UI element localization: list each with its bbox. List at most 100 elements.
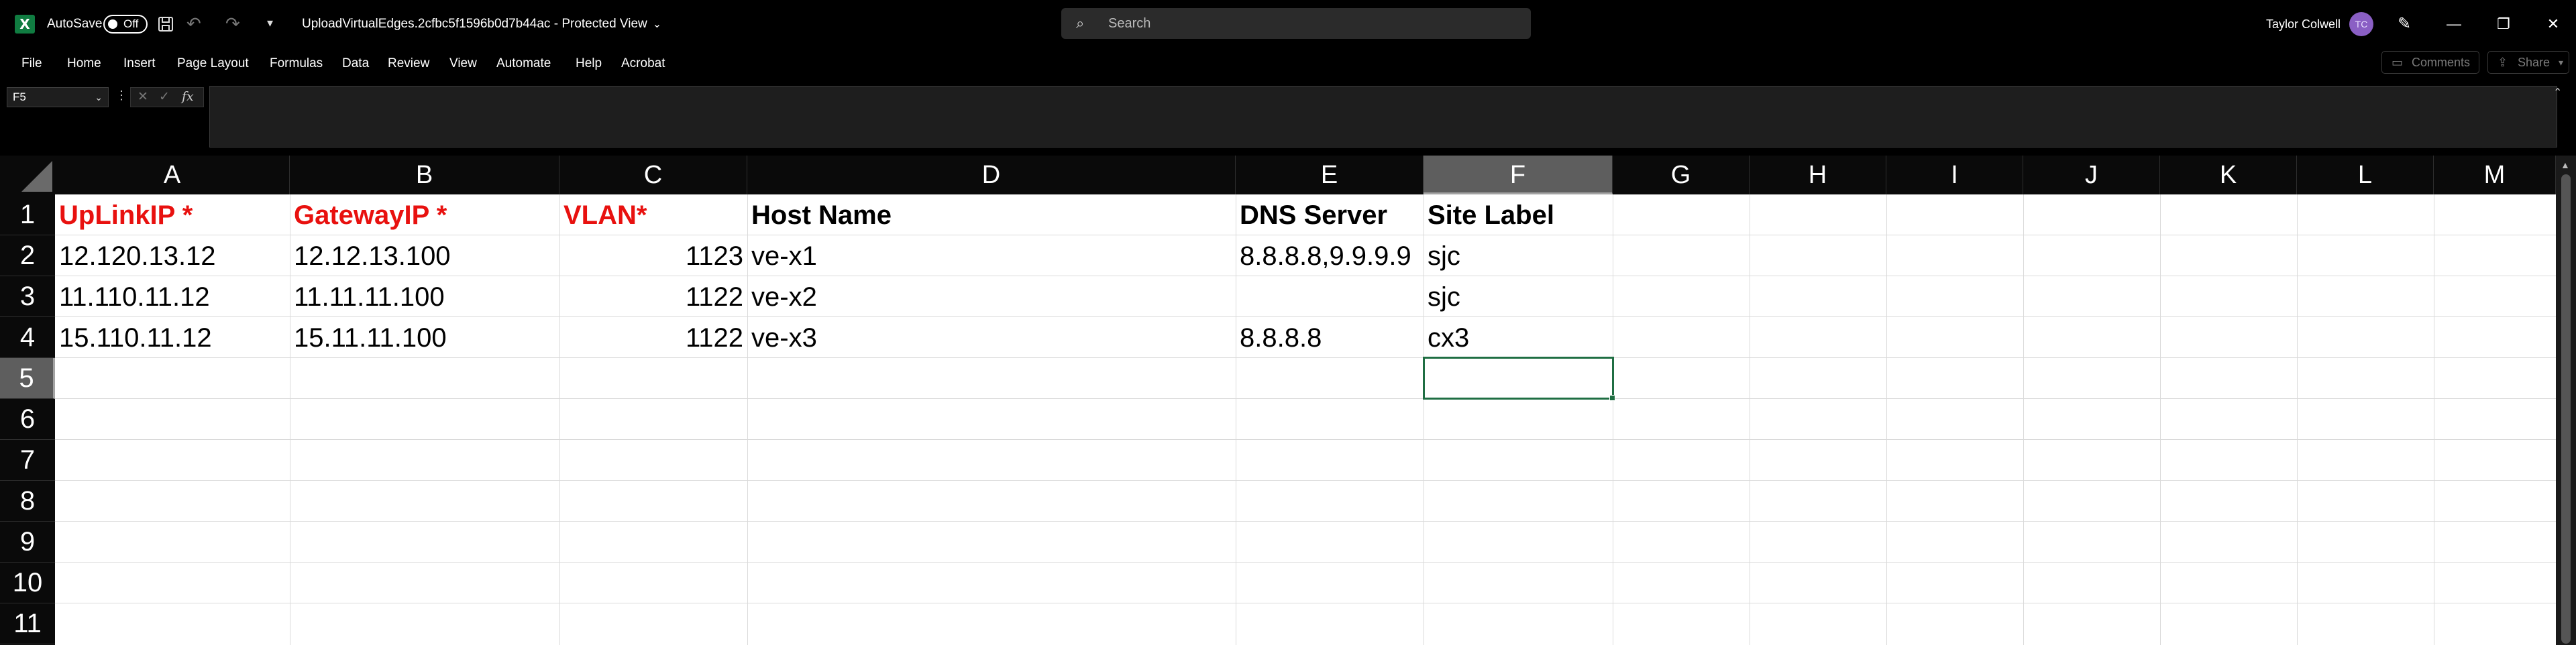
column-header-c[interactable]: C — [559, 156, 747, 194]
customize-toolbar-icon[interactable]: ▾ — [267, 16, 273, 30]
cell-b2[interactable]: 12.12.13.100 — [290, 235, 559, 276]
cell-f2[interactable]: sjc — [1424, 235, 1613, 276]
insert-function-icon[interactable]: fx — [182, 89, 194, 104]
cell-b1[interactable]: GatewayIP * — [290, 194, 559, 235]
worksheet-grid: A B C D E F G H I J K L M 1 2 3 4 5 6 7 … — [0, 156, 2576, 645]
cell-c3[interactable]: 1122 — [559, 276, 747, 317]
cell-d3[interactable]: ve-x2 — [747, 276, 1236, 317]
pen-icon[interactable]: ✎ — [2398, 13, 2418, 34]
row-header-5[interactable]: 5 — [0, 358, 55, 399]
minimize-button[interactable]: — — [2440, 12, 2467, 36]
save-icon[interactable] — [157, 15, 176, 34]
column-header-i[interactable]: I — [1886, 156, 2023, 194]
confirm-icon[interactable]: ✓ — [159, 89, 170, 105]
row-header-11[interactable]: 11 — [0, 603, 55, 644]
avatar[interactable]: TC — [2349, 12, 2373, 36]
name-box[interactable]: F5 ⌄ — [7, 87, 109, 107]
tab-insert[interactable]: Insert — [123, 52, 156, 75]
cell-a1[interactable]: UpLinkIP * — [55, 194, 290, 235]
tab-file[interactable]: File — [21, 52, 42, 75]
row-header-10[interactable]: 10 — [0, 563, 55, 603]
tab-page-layout[interactable]: Page Layout — [177, 52, 249, 75]
tab-acrobat[interactable]: Acrobat — [621, 52, 665, 75]
vertical-scrollbar[interactable]: ▲ — [2556, 156, 2576, 645]
share-label: Share — [2518, 56, 2551, 69]
row-header-8[interactable]: 8 — [0, 481, 55, 522]
cell-b3[interactable]: 11.11.11.100 — [290, 276, 559, 317]
toggle-knob — [108, 19, 117, 29]
user-name[interactable]: Taylor Colwell — [2266, 15, 2341, 34]
title-bar: X AutoSave Off ↶ ↷ ▾ UploadVirtualEdges.… — [0, 0, 2576, 48]
tab-home[interactable]: Home — [67, 52, 101, 75]
restore-button[interactable]: ❐ — [2490, 12, 2517, 36]
row-header-4[interactable]: 4 — [0, 317, 55, 358]
column-header-k[interactable]: K — [2160, 156, 2297, 194]
close-button[interactable]: ✕ — [2540, 12, 2567, 36]
cell-area[interactable]: UpLinkIP * GatewayIP * VLAN* Host Name D… — [55, 194, 2556, 645]
cell-e4[interactable]: 8.8.8.8 — [1236, 317, 1424, 358]
formula-input[interactable] — [209, 86, 2557, 148]
chevron-down-icon: ⌄ — [652, 19, 662, 30]
cell-e1[interactable]: DNS Server — [1236, 194, 1424, 235]
autosave-toggle[interactable]: Off — [103, 15, 148, 34]
select-all-corner[interactable] — [0, 156, 55, 194]
comment-icon: ▭ — [2392, 56, 2404, 69]
row-header-1[interactable]: 1 — [0, 194, 55, 235]
column-header-b[interactable]: B — [290, 156, 559, 194]
cell-a3[interactable]: 11.110.11.12 — [55, 276, 290, 317]
autosave-state: Off — [123, 17, 139, 30]
search-box[interactable]: ⌕ Search — [1061, 8, 1531, 39]
cell-c4[interactable]: 1122 — [559, 317, 747, 358]
column-header-l[interactable]: L — [2297, 156, 2434, 194]
redo-icon[interactable]: ↷ — [225, 13, 252, 34]
scroll-up-icon[interactable]: ▲ — [2561, 160, 2570, 170]
row-header-2[interactable]: 2 — [0, 235, 55, 276]
column-header-j[interactable]: J — [2023, 156, 2160, 194]
cancel-icon[interactable]: ✕ — [138, 89, 148, 105]
undo-icon[interactable]: ↶ — [186, 13, 213, 34]
cell-e3[interactable] — [1236, 276, 1424, 317]
tab-help[interactable]: Help — [576, 52, 602, 75]
tab-review[interactable]: Review — [388, 52, 429, 75]
cell-f4[interactable]: cx3 — [1424, 317, 1613, 358]
document-title[interactable]: UploadVirtualEdges.2cfbc5f1596b0d7b44ac … — [302, 15, 661, 34]
row-header-6[interactable]: 6 — [0, 399, 55, 440]
selected-cell-f5[interactable] — [1423, 357, 1615, 401]
share-button[interactable]: ⇪ Share ▾ — [2487, 51, 2569, 74]
ribbon-tabs: File Home Insert Page Layout Formulas Da… — [0, 52, 2576, 75]
cell-a2[interactable]: 12.120.13.12 — [55, 235, 290, 276]
tab-formulas[interactable]: Formulas — [270, 52, 323, 75]
cell-c1[interactable]: VLAN* — [559, 194, 747, 235]
comments-button[interactable]: ▭ Comments — [2381, 51, 2479, 74]
tab-data[interactable]: Data — [342, 52, 369, 75]
column-header-g[interactable]: G — [1613, 156, 1750, 194]
cell-b4[interactable]: 15.11.11.100 — [290, 317, 559, 358]
column-header-h[interactable]: H — [1750, 156, 1886, 194]
row-header-7[interactable]: 7 — [0, 440, 55, 481]
column-header-m[interactable]: M — [2434, 156, 2556, 194]
search-placeholder: Search — [1108, 16, 1151, 31]
more-options-icon[interactable]: ⋮ — [115, 89, 127, 103]
scrollbar-thumb[interactable] — [2561, 174, 2571, 644]
comments-label: Comments — [2412, 56, 2471, 69]
column-header-d[interactable]: D — [747, 156, 1236, 194]
tab-automate[interactable]: Automate — [496, 52, 551, 75]
column-header-f[interactable]: F — [1424, 156, 1613, 194]
cell-a4[interactable]: 15.110.11.12 — [55, 317, 290, 358]
cell-c2[interactable]: 1123 — [559, 235, 747, 276]
chevron-up-icon[interactable]: ⌃ — [2553, 86, 2562, 99]
cell-f3[interactable]: sjc — [1424, 276, 1613, 317]
column-header-e[interactable]: E — [1236, 156, 1424, 194]
cell-d1[interactable]: Host Name — [747, 194, 1236, 235]
cell-d4[interactable]: ve-x3 — [747, 317, 1236, 358]
row-header-3[interactable]: 3 — [0, 276, 55, 317]
excel-logo-icon: X — [15, 15, 35, 34]
fill-handle[interactable] — [1609, 395, 1615, 401]
share-icon: ⇪ — [2498, 56, 2508, 69]
cell-e2[interactable]: 8.8.8.8,9.9.9.9 — [1236, 235, 1424, 276]
row-header-9[interactable]: 9 — [0, 522, 55, 563]
cell-d2[interactable]: ve-x1 — [747, 235, 1236, 276]
tab-view[interactable]: View — [449, 52, 477, 75]
cell-f1[interactable]: Site Label — [1424, 194, 1613, 235]
column-header-a[interactable]: A — [55, 156, 290, 194]
